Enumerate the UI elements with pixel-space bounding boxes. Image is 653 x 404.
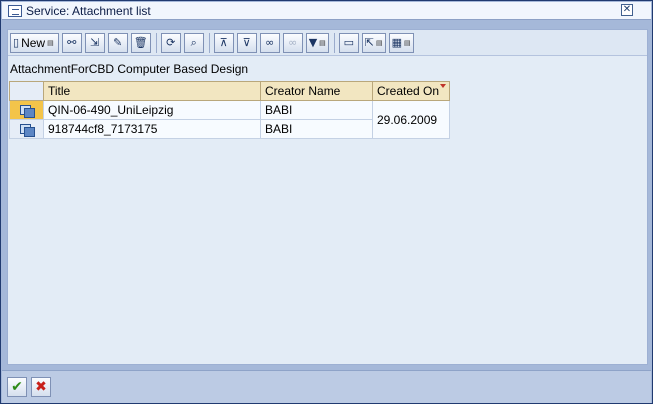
filter-button[interactable]: ▼ ▤ bbox=[305, 32, 329, 53]
checkmark-icon: ✔ bbox=[11, 379, 23, 395]
cell-title[interactable]: 918744cf8_7173175 bbox=[43, 119, 261, 139]
display-button[interactable]: ⚯ bbox=[61, 32, 82, 53]
attachment-icon bbox=[19, 104, 35, 118]
table-row[interactable]: QIN-06-490_UniLeipzig BABI 29.06.2009 bbox=[9, 100, 450, 139]
window-title: Service: Attachment list bbox=[26, 3, 151, 18]
attachment-table: Title Creator Name Created On QIN-06-490… bbox=[9, 81, 450, 139]
edit-button[interactable]: ✎ bbox=[107, 32, 128, 53]
find-next-icon: ∞ bbox=[288, 36, 298, 49]
layout-button[interactable]: ▦ ▤ bbox=[388, 32, 414, 53]
cell-creator[interactable]: BABI bbox=[260, 100, 373, 120]
dialog-window: Service: Attachment list ✕ ▯ New ▤ ⚯ ⇲ ✎… bbox=[0, 0, 653, 404]
delete-button[interactable]: 🗑 bbox=[130, 32, 151, 53]
details-magnifier-icon: ⌕ bbox=[190, 36, 197, 49]
content-area: ▯ New ▤ ⚯ ⇲ ✎ 🗑 ⟳ ⌕ ⊼ ⊽ ∞ ∞ ▼ ▤ ▭ ⇱ ▤ ▦ … bbox=[7, 29, 648, 365]
sort-descending-icon: ⊽ bbox=[242, 36, 251, 49]
dropdown-icon[interactable]: ▤ bbox=[404, 39, 411, 47]
glasses-display-icon: ⚯ bbox=[67, 36, 77, 49]
refresh-button[interactable]: ⟳ bbox=[160, 32, 181, 53]
find-button[interactable]: ∞ bbox=[259, 32, 280, 53]
cell-created-on[interactable]: 29.06.2009 bbox=[372, 100, 450, 139]
cancel-button[interactable]: ✖ bbox=[31, 377, 51, 397]
find-next-button[interactable]: ∞ bbox=[282, 32, 303, 53]
dropdown-icon[interactable]: ▤ bbox=[47, 39, 54, 47]
title-bar: Service: Attachment list ✕ bbox=[2, 2, 651, 20]
pencil-edit-icon: ✎ bbox=[113, 36, 123, 49]
attachment-icon bbox=[19, 123, 35, 137]
sort-descending-button[interactable]: ⊽ bbox=[236, 32, 257, 53]
details-button[interactable]: ⌕ bbox=[183, 32, 204, 53]
toolbar-separator bbox=[208, 32, 210, 53]
filter-icon: ▼ bbox=[308, 36, 318, 49]
column-header-title[interactable]: Title bbox=[43, 81, 261, 101]
dropdown-icon[interactable]: ▤ bbox=[376, 39, 383, 47]
import-button[interactable]: ⇲ bbox=[84, 32, 105, 53]
layout-icon: ▦ bbox=[391, 36, 403, 49]
table-header-row: Title Creator Name Created On bbox=[9, 81, 450, 101]
alv-toolbar: ▯ New ▤ ⚯ ⇲ ✎ 🗑 ⟳ ⌕ ⊼ ⊽ ∞ ∞ ▼ ▤ ▭ ⇱ ▤ ▦ … bbox=[8, 30, 647, 56]
dropdown-icon[interactable]: ▤ bbox=[319, 39, 326, 47]
row-selector[interactable] bbox=[9, 100, 44, 120]
close-icon[interactable]: ✕ bbox=[621, 4, 633, 16]
new-icon: ▯ bbox=[13, 36, 20, 49]
print-preview-icon: ▭ bbox=[343, 36, 354, 49]
trash-delete-icon: 🗑 bbox=[133, 36, 148, 49]
sort-ascending-icon: ⊼ bbox=[219, 36, 228, 49]
binoculars-find-icon: ∞ bbox=[265, 36, 275, 49]
toolbar-separator bbox=[333, 32, 335, 53]
import-icon: ⇲ bbox=[90, 36, 100, 49]
print-preview-button[interactable]: ▭ bbox=[338, 32, 359, 53]
select-all-cell[interactable] bbox=[9, 81, 44, 101]
cell-title[interactable]: QIN-06-490_UniLeipzig bbox=[43, 100, 261, 120]
cell-creator[interactable]: BABI bbox=[260, 119, 373, 139]
export-button[interactable]: ⇱ ▤ bbox=[361, 32, 386, 53]
refresh-icon: ⟳ bbox=[166, 36, 176, 49]
sort-indicator-icon bbox=[440, 84, 446, 88]
cancel-x-icon: ✖ bbox=[35, 379, 47, 395]
continue-button[interactable]: ✔ bbox=[7, 377, 27, 397]
row-selector[interactable] bbox=[9, 119, 44, 139]
new-button[interactable]: ▯ New ▤ bbox=[10, 32, 59, 53]
column-header-creator[interactable]: Creator Name bbox=[260, 81, 373, 101]
export-icon: ⇱ bbox=[364, 36, 375, 49]
toolbar-separator bbox=[155, 32, 157, 53]
sort-ascending-button[interactable]: ⊼ bbox=[213, 32, 234, 53]
column-header-created-on[interactable]: Created On bbox=[372, 81, 450, 101]
window-icon bbox=[8, 4, 22, 17]
dialog-footer: ✔ ✖ bbox=[2, 370, 651, 403]
list-heading: AttachmentForCBD Computer Based Design bbox=[10, 62, 249, 76]
